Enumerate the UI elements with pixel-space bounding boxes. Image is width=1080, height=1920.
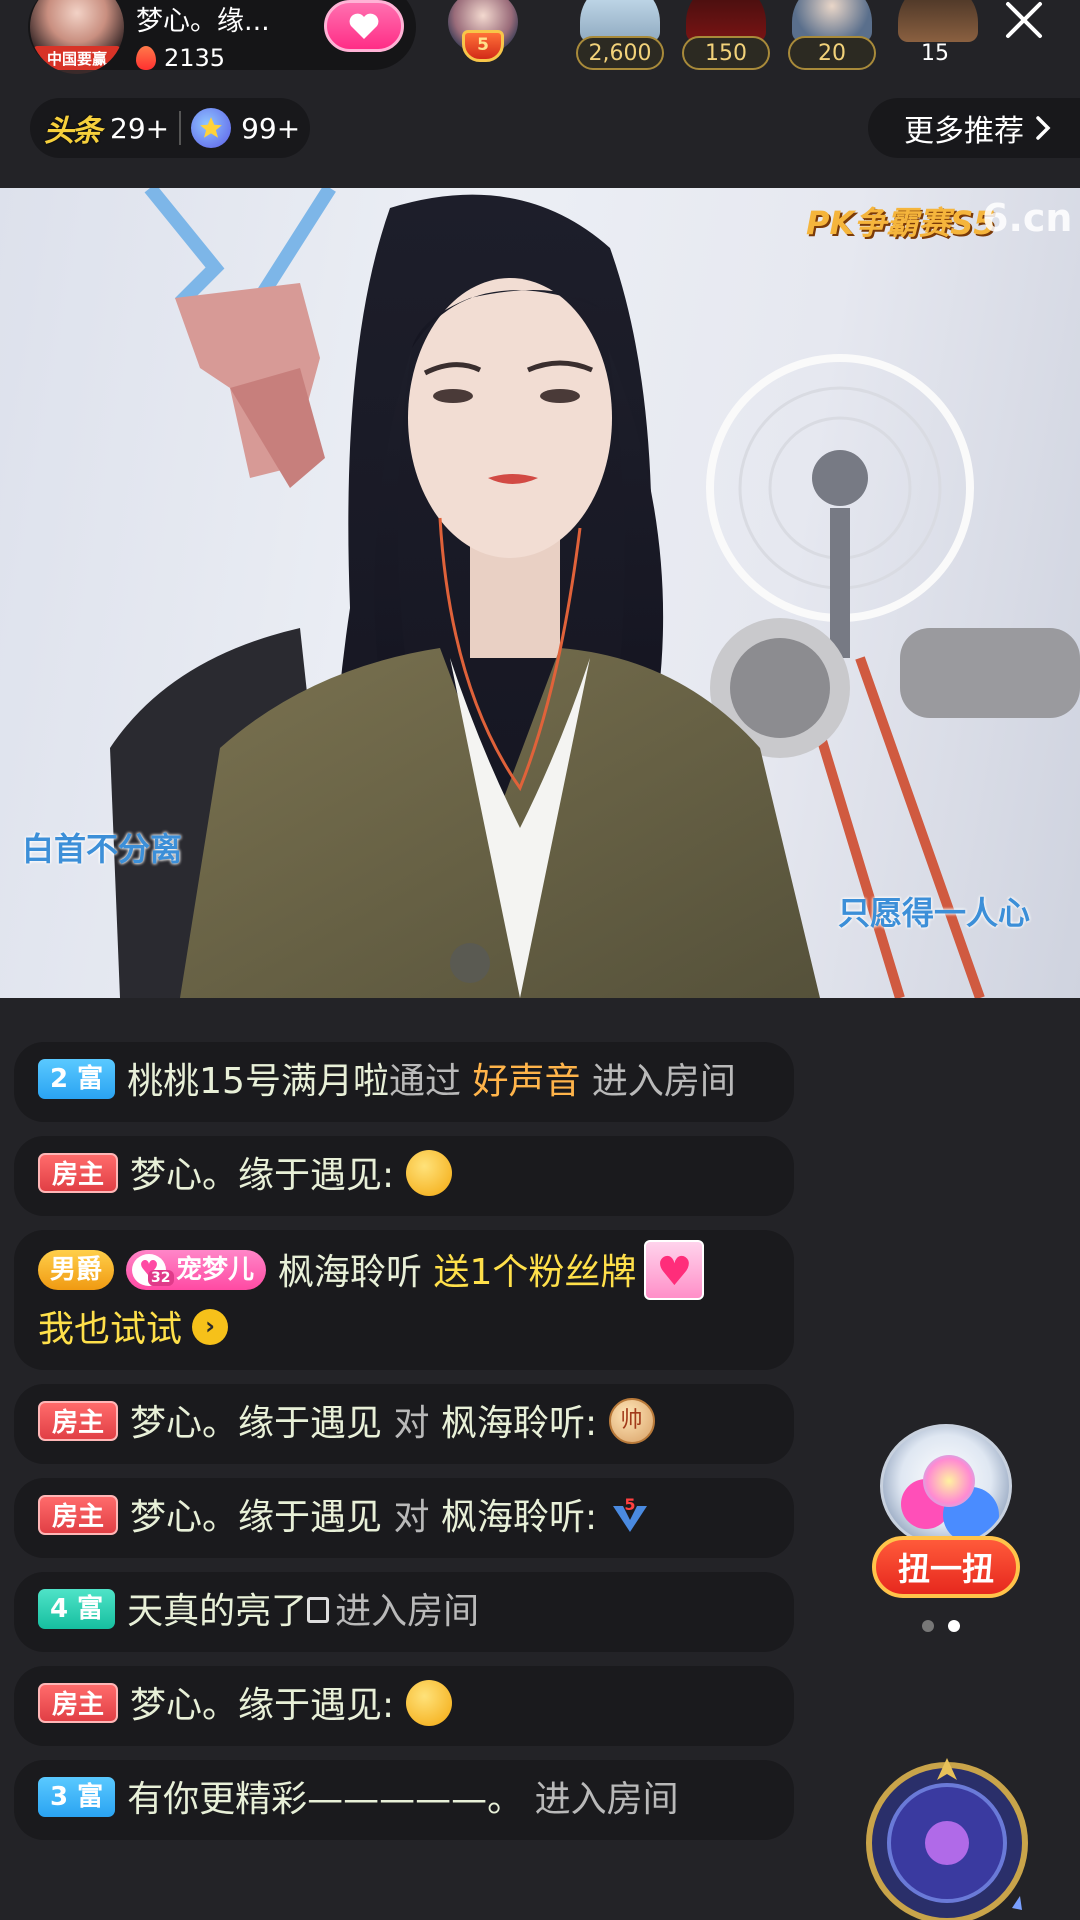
chat-list[interactable]: 2 富桃桃15号满月啦通过 好声音 进入房间 房主 梦心。缘于遇见: 男爵 ♥ 32 宠… <box>14 1042 794 1854</box>
chat-target-user[interactable]: 枫海聆听: <box>441 1497 597 1538</box>
host-tag: 房主 <box>38 1495 119 1535</box>
chat-username[interactable]: 天真的亮了 <box>127 1591 307 1632</box>
chat-username[interactable]: 桃桃15号满月啦 <box>127 1061 389 1102</box>
follow-button[interactable] <box>324 0 404 52</box>
divider <box>179 111 182 145</box>
viewer-contribution: 20 <box>788 36 876 70</box>
chevron-right-icon[interactable]: › <box>192 1309 229 1345</box>
chat-message[interactable]: 2 富桃桃15号满月啦通过 好声音 进入房间 <box>14 1042 794 1122</box>
svg-text:5: 5 <box>624 1495 635 1514</box>
try-it-link[interactable]: 我也试试 <box>38 1309 182 1350</box>
viewer-contribution: 15 <box>921 40 949 66</box>
host-tag: 房主 <box>38 1683 119 1723</box>
star-count: 99+ <box>241 111 301 145</box>
chat-message[interactable]: 房主 梦心。缘于遇见: <box>14 1666 794 1746</box>
rich-level-tag: 3 富 <box>38 1777 116 1817</box>
chat-message[interactable]: 4 富天真的亮了 进入房间 <box>14 1572 794 1652</box>
room-badges[interactable]: 头条 29+ 99+ <box>30 98 310 158</box>
more-recommend-label: 更多推荐 <box>904 114 1024 149</box>
rich-level-tag: 4 富 <box>38 1589 116 1629</box>
video-frame <box>110 188 1080 998</box>
chat-message[interactable]: 3 富有你更精彩—————。 进入房间 <box>14 1760 794 1840</box>
chat-action: 进入房间 <box>591 1061 736 1102</box>
chat-message[interactable]: 房主 梦心。缘于遇见 对 枫海聆听: 5 <box>14 1478 794 1558</box>
pager-dot-active[interactable] <box>948 1620 960 1632</box>
chat-username[interactable]: 梦心。缘于遇见 <box>130 1403 382 1444</box>
live-video[interactable]: PK争霸赛S5 6.cn 白首不分离 只愿得一人心 <box>0 188 1080 998</box>
chat-username[interactable]: 有你更精彩—————。 <box>127 1779 523 1820</box>
heart-icon <box>349 13 379 39</box>
fan-badge-gift-icon <box>644 1240 705 1300</box>
gacha-widget[interactable]: 扭一扭 <box>872 1424 1020 1606</box>
level-badge-icon: 5 <box>612 1495 647 1532</box>
close-icon[interactable] <box>1002 0 1046 40</box>
viewer-contribution: 150 <box>682 36 770 70</box>
chat-username[interactable]: 枫海聆听 <box>278 1252 422 1293</box>
host-name: 梦心。缘... <box>136 5 270 37</box>
viewer-avatar[interactable]: 150 <box>682 0 770 74</box>
chat-source: 好声音 <box>472 1061 581 1102</box>
viewer-avatar[interactable]: 15 <box>894 0 978 74</box>
chat-text: 通过 <box>388 1061 461 1102</box>
host-avatar-tag: 中国要赢 <box>34 46 120 70</box>
host-heat-count: 2135 <box>164 43 226 72</box>
gift-text: 送1个粉丝牌 <box>433 1252 637 1293</box>
chat-text: 对 <box>393 1403 430 1444</box>
fan-club-tag: ♥ 32 宠梦儿 <box>126 1250 267 1290</box>
fire-icon <box>136 45 156 70</box>
gacha-capsule-icon <box>880 1424 1012 1548</box>
star-icon <box>191 108 232 148</box>
video-caption-right: 只愿得一人心 <box>838 894 1031 932</box>
rank-level: 5 <box>462 30 504 62</box>
pager-dots[interactable] <box>922 1620 960 1632</box>
chevron-right-icon <box>1036 116 1051 140</box>
rich-level-tag: 2 富 <box>38 1059 116 1099</box>
fan-level: 32 <box>148 1270 174 1286</box>
pager-dot[interactable] <box>922 1620 934 1632</box>
chat-action: 进入房间 <box>534 1779 679 1820</box>
chat-target-user[interactable]: 枫海聆听: <box>441 1403 597 1444</box>
event-watermark: PK争霸赛S5 <box>806 204 996 242</box>
rank-badge[interactable]: 5 <box>440 0 526 70</box>
magic-portal-icon[interactable] <box>862 1758 1032 1920</box>
chat-message[interactable]: 房主 梦心。缘于遇见: <box>14 1136 794 1216</box>
viewer-contribution: 2,600 <box>576 36 664 70</box>
list-icon <box>307 1597 330 1623</box>
chat-text: 对 <box>393 1497 430 1538</box>
chat-message[interactable]: 房主 梦心。缘于遇见 对 枫海聆听: 帅 <box>14 1384 794 1464</box>
more-recommend-button[interactable]: 更多推荐 <box>868 98 1080 158</box>
chat-username[interactable]: 梦心。缘于遇见 <box>130 1497 382 1538</box>
chat-username[interactable]: 梦心。缘于遇见: <box>130 1685 394 1726</box>
site-watermark: 6.cn <box>982 196 1073 240</box>
emoji-icon <box>405 1150 452 1196</box>
toutiao-count: 29+ <box>110 111 170 145</box>
host-tag: 房主 <box>38 1153 119 1193</box>
host-avatar[interactable]: 中国要赢 <box>30 0 124 74</box>
coin-emoji-icon: 帅 <box>608 1398 655 1444</box>
baron-tag: 男爵 <box>38 1250 115 1290</box>
chat-action: 进入房间 <box>335 1591 480 1632</box>
chat-message[interactable]: 男爵 ♥32宠梦儿枫海聆听 送1个粉丝牌 我也试试 › <box>14 1230 794 1370</box>
viewer-avatar[interactable]: 2,600 <box>576 0 664 74</box>
chat-username[interactable]: 梦心。缘于遇见: <box>130 1155 394 1196</box>
gacha-button[interactable]: 扭一扭 <box>872 1536 1020 1598</box>
live-room: { "host": { "name": "梦心。缘...", "heat": "… <box>0 0 1080 1920</box>
emoji-icon <box>405 1680 452 1726</box>
toutiao-logo: 头条 <box>44 114 102 149</box>
viewer-avatar[interactable]: 20 <box>788 0 876 74</box>
video-caption-left: 白首不分离 <box>22 830 183 868</box>
host-tag: 房主 <box>38 1401 119 1441</box>
fan-club-name: 宠梦儿 <box>176 1255 255 1285</box>
